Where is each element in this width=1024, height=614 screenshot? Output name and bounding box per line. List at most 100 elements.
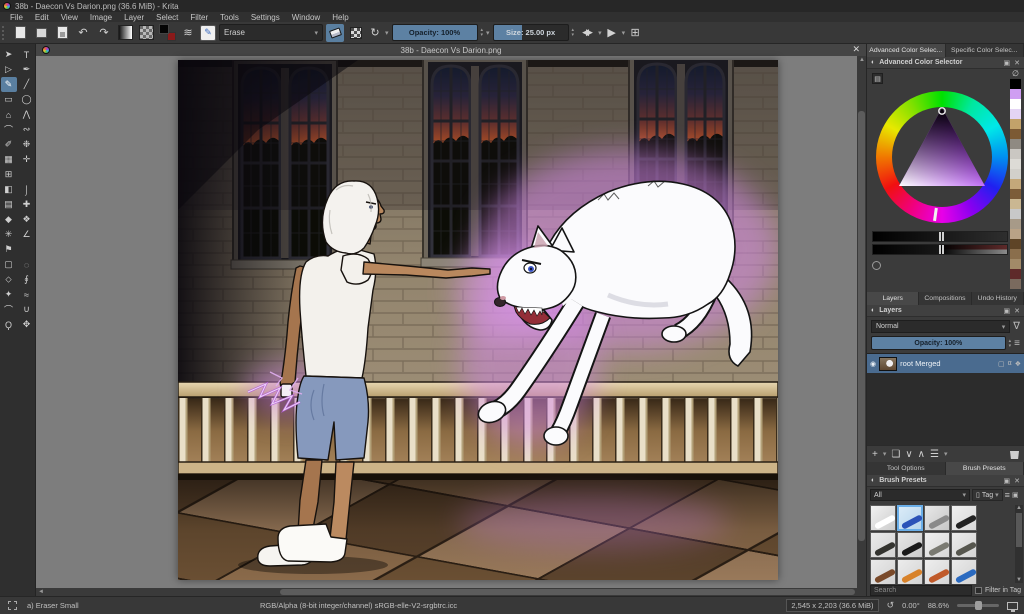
brush-preset-pencil-blue[interactable] — [951, 559, 977, 584]
layer-inherit-alpha-icon[interactable]: ❖ — [1015, 360, 1021, 368]
color-swatch[interactable] — [1010, 189, 1021, 199]
opacity-spinner[interactable]: ▴▾ — [481, 28, 484, 37]
tool-pattern-edit[interactable]: ▤ — [1, 197, 17, 212]
tool-ellipse-select[interactable]: ◌ — [19, 257, 35, 272]
tool-rectangle[interactable]: ▭ — [1, 92, 17, 107]
undo-button[interactable]: ↶ — [74, 24, 92, 42]
filter-in-tag-checkbox[interactable] — [975, 587, 982, 594]
selection-mode-icon[interactable] — [8, 601, 17, 610]
color-history-button[interactable] — [872, 261, 881, 270]
canvas-vertical-scrollbar[interactable]: ▲ — [857, 56, 866, 588]
image-dimensions[interactable]: 2,545 x 2,203 (36.6 MiB) — [786, 599, 878, 612]
tool-crop[interactable]: ⊞ — [1, 167, 17, 182]
tab-advanced-color-selector[interactable]: Advanced Color Selec... — [867, 44, 946, 57]
save-button[interactable] — [53, 24, 71, 42]
color-swatch[interactable] — [1010, 219, 1021, 229]
color-selector-settings-button[interactable]: ▤ — [872, 73, 883, 84]
tab-specific-color-selector[interactable]: Specific Color Selec... — [946, 44, 1024, 57]
color-swatch[interactable] — [1010, 249, 1021, 259]
wrap-dropdown-caret[interactable]: ▾ — [622, 29, 626, 37]
subwindow-close-button[interactable]: ✕ — [852, 44, 860, 55]
tool-calligraphy[interactable]: ✒ — [19, 62, 35, 77]
open-document-button[interactable] — [32, 24, 50, 42]
color-swatch[interactable] — [1010, 159, 1021, 169]
menu-file[interactable]: File — [4, 13, 29, 22]
tool-select-shapes[interactable]: ➤ — [1, 47, 17, 62]
layer-row-root-merged[interactable]: ◉ root Merged ▢ α ❖ — [867, 354, 1024, 373]
layer-opacity-spinner[interactable]: ▴▾ — [1009, 339, 1012, 348]
menu-view[interactable]: View — [55, 13, 84, 22]
gradient-chooser-button[interactable] — [116, 24, 134, 42]
color-swatch[interactable] — [1010, 269, 1021, 279]
brush-preset-box-button[interactable]: ✎ — [200, 25, 216, 41]
brush-preset-marker-orange[interactable] — [897, 559, 923, 584]
tab-compositions[interactable]: Compositions — [919, 292, 971, 305]
color-swatch[interactable] — [1010, 119, 1021, 129]
zoom-slider[interactable] — [957, 604, 999, 607]
tool-polygon-select[interactable]: ⬦ — [1, 272, 17, 287]
no-color-icon[interactable]: ∅ — [1010, 69, 1021, 79]
tool-pan[interactable]: ✥ — [19, 317, 35, 332]
tool-move[interactable]: ✛ — [19, 152, 35, 167]
menu-window[interactable]: Window — [286, 13, 326, 22]
brush-preset-marker-black[interactable] — [897, 532, 923, 558]
add-layer-caret[interactable]: ▾ — [883, 450, 887, 458]
trim-button[interactable]: ⊞ — [628, 24, 642, 42]
zoom-slider-thumb[interactable] — [975, 601, 982, 610]
tool-smart-patch[interactable]: ✚ — [19, 197, 35, 212]
redo-button[interactable]: ↷ — [95, 24, 113, 42]
close-docker-icon[interactable]: ✕ — [1014, 59, 1020, 67]
tool-gradient[interactable]: ◧ — [1, 182, 17, 197]
color-swatch[interactable] — [1010, 89, 1021, 99]
brush-preset-eraser-blue[interactable] — [897, 505, 923, 531]
tool-bezier-select[interactable]: ⌒ — [1, 302, 17, 317]
shade-selector[interactable] — [872, 231, 1008, 257]
color-swatch[interactable] — [1010, 79, 1021, 89]
delete-layer-button[interactable] — [1010, 449, 1019, 459]
tool-zoom[interactable]: Ϙ — [1, 317, 17, 332]
mirror-dropdown-caret[interactable]: ▾ — [598, 29, 602, 37]
tool-rect-select[interactable]: ▢ — [1, 257, 17, 272]
tag-filter-combobox[interactable]: All ▾ — [870, 489, 970, 501]
shade-handle[interactable] — [939, 232, 944, 241]
tool-polyline[interactable]: ⋀ — [19, 107, 35, 122]
move-layer-down-button[interactable]: ∨ — [905, 449, 912, 460]
menu-select[interactable]: Select — [150, 13, 184, 22]
float-docker-icon[interactable]: ▣ — [1004, 307, 1011, 315]
layer-visibility-eye-icon[interactable]: ◉ — [870, 360, 876, 368]
scroll-down-icon[interactable]: ▼ — [1016, 577, 1022, 583]
brush-preset-pencil-brown[interactable] — [870, 559, 896, 584]
tag-button[interactable]: ▯ Tag ▾ — [972, 489, 1003, 501]
color-swatch[interactable] — [1010, 239, 1021, 249]
brush-editor-button[interactable]: ≋ — [179, 24, 197, 42]
menu-help[interactable]: Help — [326, 13, 354, 22]
tool-dynamic-brush[interactable]: ✐ — [1, 137, 17, 152]
vertical-scroll-thumb[interactable] — [858, 111, 865, 541]
colorspace-info[interactable]: RGB/Alpha (8-bit integer/channel) sRGB-e… — [260, 601, 457, 610]
tool-freehand-brush[interactable]: ✎ — [1, 77, 17, 92]
brush-preset-eraser-block[interactable] — [870, 505, 896, 531]
brush-preset-ink-pen[interactable] — [951, 505, 977, 531]
tool-polygon[interactable]: ⌂ — [1, 107, 17, 122]
reload-dropdown-caret[interactable]: ▾ — [385, 29, 389, 37]
advanced-color-selector-header[interactable]: ◐ Advanced Color Selector ▣ ✕ — [867, 57, 1024, 69]
layer-filter-icon[interactable]: ∇ — [1013, 321, 1020, 332]
brush-presets-docker-header[interactable]: ◐ Brush Presets ▣ ✕ — [867, 475, 1024, 487]
color-swatch[interactable] — [1010, 149, 1021, 159]
tool-contiguous-select[interactable]: ✦ — [1, 287, 17, 302]
tool-ellipse[interactable]: ◯ — [19, 92, 35, 107]
tool-line[interactable]: ╱ — [19, 77, 35, 92]
color-swatch[interactable] — [1010, 109, 1021, 119]
opacity-slider[interactable]: Opacity: 100% — [392, 24, 478, 41]
layer-opacity-slider[interactable]: Opacity: 100% — [871, 336, 1006, 350]
tool-magnetic-select[interactable]: ∪ — [19, 302, 35, 317]
wrap-around-button[interactable]: ▶ — [605, 24, 619, 42]
mirror-button[interactable]: ◀▶ — [577, 24, 595, 42]
pattern-chooser-button[interactable] — [137, 24, 155, 42]
menu-image[interactable]: Image — [84, 13, 118, 22]
layer-alpha-lock-icon[interactable]: α — [1008, 360, 1012, 367]
sv-triangle[interactable] — [876, 91, 1008, 223]
brush-preset-eraser-soft[interactable] — [924, 505, 950, 531]
duplicate-layer-button[interactable]: ❏ — [891, 449, 900, 460]
scroll-up-icon[interactable]: ▲ — [859, 57, 865, 63]
